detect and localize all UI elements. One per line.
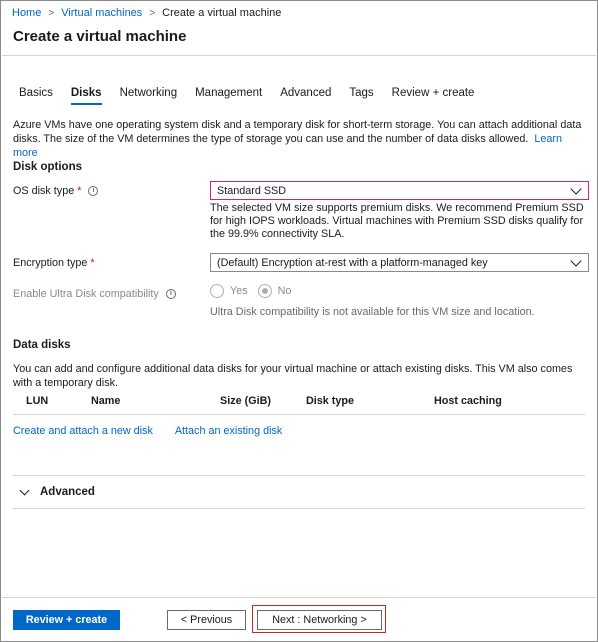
tab-review-create[interactable]: Review + create [392, 87, 475, 105]
tab-networking[interactable]: Networking [120, 87, 178, 105]
column-header-disk-type: Disk type [306, 395, 355, 407]
os-disk-type-select[interactable]: Standard SSD [210, 181, 589, 200]
attach-existing-disk-link[interactable]: Attach an existing disk [175, 425, 282, 437]
intro-description: Azure VMs have one operating system disk… [13, 118, 588, 160]
divider [13, 475, 585, 476]
ultra-disk-label-text: Enable Ultra Disk compatibility [13, 288, 159, 300]
info-icon[interactable]: i [88, 186, 99, 196]
tab-advanced[interactable]: Advanced [280, 87, 331, 105]
radio-yes-label: Yes [230, 285, 248, 297]
tab-bar: Basics Disks Networking Management Advan… [19, 87, 492, 105]
breadcrumb-virtual-machines[interactable]: Virtual machines [61, 7, 142, 19]
data-disks-description: You can add and configure additional dat… [13, 363, 573, 389]
ultra-disk-yes-radio[interactable]: Yes [210, 284, 248, 298]
data-disk-actions: Create and attach a new disk Attach an e… [13, 425, 304, 437]
required-marker: * [90, 257, 95, 269]
radio-unchecked-icon [210, 284, 224, 298]
breadcrumb: Home > Virtual machines > Create a virtu… [12, 7, 281, 19]
data-disks-heading: Data disks [13, 339, 71, 351]
chevron-down-icon [570, 182, 582, 195]
tab-management[interactable]: Management [195, 87, 262, 105]
chevron-down-icon [19, 485, 30, 495]
intro-text: Azure VMs have one operating system disk… [13, 119, 582, 145]
radio-checked-icon [257, 284, 272, 298]
breadcrumb-current: Create a virtual machine [162, 7, 282, 19]
tab-basics[interactable]: Basics [19, 87, 53, 105]
ultra-disk-no-radio[interactable]: No [257, 284, 292, 298]
advanced-expander[interactable]: Advanced [19, 485, 95, 498]
required-marker: * [77, 185, 82, 197]
encryption-type-label-text: Encryption type [13, 257, 88, 269]
os-disk-type-label: OS disk type * i [13, 185, 99, 197]
os-disk-type-helper: The selected VM size supports premium di… [210, 202, 584, 240]
info-icon[interactable]: i [165, 289, 176, 299]
footer-divider [2, 597, 596, 598]
disk-options-heading: Disk options [13, 161, 83, 173]
column-header-host-caching: Host caching [434, 395, 502, 407]
ultra-disk-label: Enable Ultra Disk compatibility i [13, 288, 176, 300]
column-header-name: Name [91, 395, 121, 407]
advanced-label: Advanced [40, 486, 95, 498]
ultra-disk-radio-group: Yes No [210, 284, 301, 298]
next-networking-button[interactable]: Next : Networking > [257, 610, 382, 630]
divider [2, 55, 596, 56]
table-divider [13, 414, 585, 415]
encryption-type-label: Encryption type * [13, 257, 95, 269]
chevron-right-icon: > [48, 7, 55, 19]
tab-disks[interactable]: Disks [70, 87, 102, 105]
chevron-down-icon [570, 254, 582, 267]
radio-no-label: No [277, 285, 292, 297]
page-title: Create a virtual machine [13, 28, 187, 45]
encryption-type-select[interactable]: (Default) Encryption at-rest with a plat… [210, 253, 589, 272]
encryption-type-value: (Default) Encryption at-rest with a plat… [217, 256, 488, 269]
divider [13, 508, 585, 509]
column-header-size: Size (GiB) [220, 395, 271, 407]
ultra-disk-helper: Ultra Disk compatibility is not availabl… [210, 306, 535, 318]
os-disk-type-value: Standard SSD [217, 184, 287, 197]
previous-button[interactable]: < Previous [167, 610, 246, 630]
os-disk-type-label-text: OS disk type [13, 185, 75, 197]
breadcrumb-home[interactable]: Home [12, 7, 41, 19]
window-frame: Home > Virtual machines > Create a virtu… [0, 0, 598, 642]
create-attach-disk-link[interactable]: Create and attach a new disk [13, 425, 153, 437]
tab-tags[interactable]: Tags [349, 87, 373, 105]
column-header-lun: LUN [26, 395, 49, 407]
chevron-right-icon: > [149, 7, 156, 19]
review-create-button[interactable]: Review + create [13, 610, 120, 630]
